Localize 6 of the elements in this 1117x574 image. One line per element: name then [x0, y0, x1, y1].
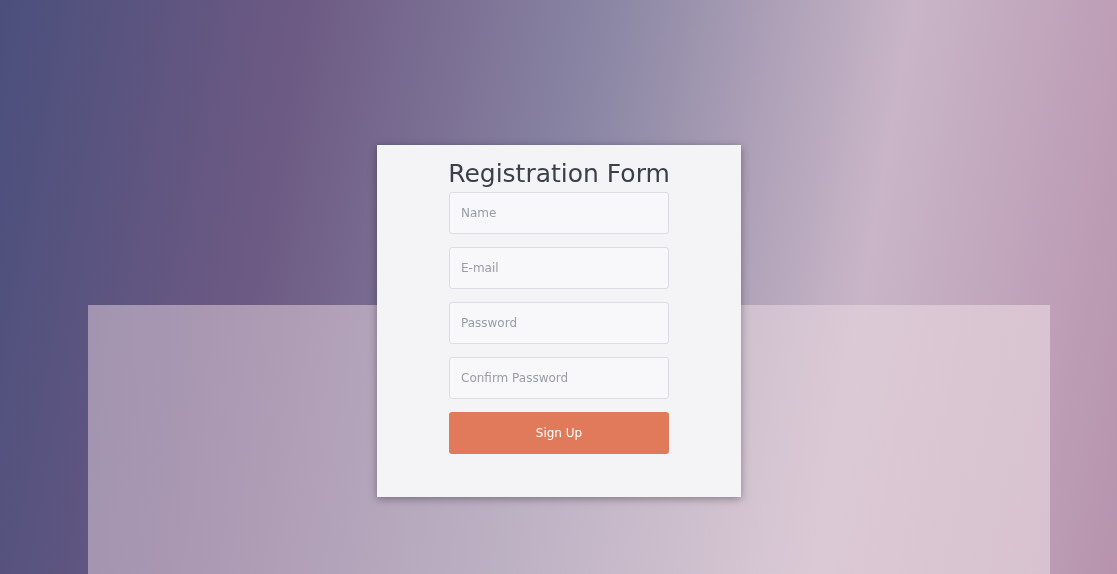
input-field[interactable]: E-mail — [449, 247, 669, 289]
input-field[interactable]: Confirm Password — [449, 357, 669, 399]
form-title: Registration Form — [448, 159, 670, 188]
sign-up-button[interactable]: Sign Up — [449, 412, 669, 454]
input-field[interactable]: Password — [449, 302, 669, 344]
input-field[interactable]: Name — [449, 192, 669, 234]
